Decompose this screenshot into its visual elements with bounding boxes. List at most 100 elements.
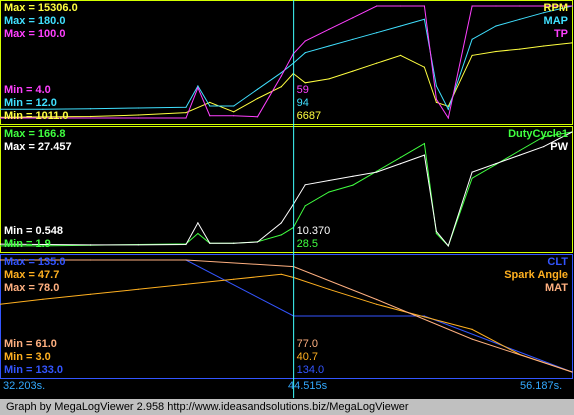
time-end-label: 56.187s. xyxy=(520,380,563,392)
data-point-dutycycle1 xyxy=(471,177,473,179)
legend-entry: Spark Angle xyxy=(504,269,568,281)
data-point-spark-angle xyxy=(328,288,330,290)
legend-entry: MAT xyxy=(544,282,568,294)
data-point-tp xyxy=(519,5,521,7)
data-point-dutycycle1 xyxy=(423,143,425,145)
data-point-rpm xyxy=(280,86,282,88)
series-spark-angle xyxy=(0,273,573,373)
cursor-value: 134.0 xyxy=(296,364,325,376)
data-point-tp xyxy=(471,5,473,7)
cursor-value: 10.370 xyxy=(296,225,331,237)
series-dutycycle1 xyxy=(0,131,573,247)
data-point-map xyxy=(233,105,235,107)
legend-entry: TP xyxy=(553,28,568,40)
data-point-pw xyxy=(471,171,473,173)
data-point-rpm xyxy=(328,78,330,80)
time-cursor-label: 44.515s xyxy=(288,380,328,392)
data-point-pw xyxy=(400,163,402,165)
data-traces xyxy=(0,5,573,373)
data-point-dutycycle1 xyxy=(304,205,306,207)
data-point-rpm xyxy=(185,112,187,114)
data-point-pw xyxy=(376,171,378,173)
data-point-rpm xyxy=(233,111,235,113)
data-point-rpm xyxy=(543,45,545,47)
data-point-map xyxy=(435,85,437,87)
cursor-value: 28.5 xyxy=(296,238,319,250)
data-point-map xyxy=(400,25,402,27)
data-point-rpm xyxy=(90,115,92,118)
data-point-dutycycle1 xyxy=(400,156,402,158)
data-point-tp xyxy=(233,115,235,117)
series-pw xyxy=(0,131,573,247)
data-point-tp xyxy=(435,98,437,100)
data-point-map xyxy=(90,108,92,110)
min-label: Min = 1.9 xyxy=(4,238,51,250)
data-point-tp xyxy=(328,28,330,30)
data-point-spark-angle xyxy=(90,293,92,295)
data-point-mat xyxy=(571,371,573,373)
data-point-tp xyxy=(376,5,378,7)
min-label: Min = 61.0 xyxy=(4,338,57,350)
panel-frame-3 xyxy=(0,254,573,379)
data-point-pw xyxy=(233,242,235,244)
data-point-map xyxy=(495,25,497,27)
data-point-rpm xyxy=(256,97,259,100)
data-point-mat xyxy=(471,338,473,340)
data-point-rpm xyxy=(435,101,437,103)
data-point-map xyxy=(137,107,139,109)
data-point-map xyxy=(376,32,378,34)
data-point-rpm xyxy=(400,54,402,57)
data-point-pw xyxy=(137,244,139,246)
data-point-map xyxy=(519,18,521,20)
data-point-pw xyxy=(519,154,521,156)
data-point-map xyxy=(304,52,306,54)
data-point-pw xyxy=(447,245,449,247)
series-clt xyxy=(0,259,573,373)
cursor-value: 6687 xyxy=(296,110,322,122)
data-point-tp xyxy=(400,5,402,7)
data-point-spark-angle xyxy=(471,328,473,330)
max-label: Max = 100.0 xyxy=(4,28,66,40)
data-point-pw xyxy=(435,230,437,232)
data-point-pw xyxy=(90,244,92,246)
data-point-dutycycle1 xyxy=(519,149,521,152)
data-point-map xyxy=(197,85,199,87)
data-point-tp xyxy=(209,115,211,117)
max-label: Max = 27.457 xyxy=(4,141,72,153)
panel-frame-1 xyxy=(0,0,573,125)
data-point-rpm xyxy=(423,66,425,68)
time-start-label: 32.203s. xyxy=(3,380,46,392)
data-point-mat xyxy=(185,259,187,261)
data-point-rpm xyxy=(376,62,378,64)
cursor-value: 94 xyxy=(296,97,309,109)
data-point-pw xyxy=(543,146,545,148)
data-point-rpm xyxy=(519,48,521,50)
data-point-spark-angle xyxy=(423,316,425,318)
data-point-mat xyxy=(90,259,92,261)
data-point-dutycycle1 xyxy=(197,232,199,235)
data-point-map xyxy=(185,106,187,108)
data-point-rpm xyxy=(571,42,573,44)
data-point-pw xyxy=(209,242,211,244)
min-label: Min = 0.548 xyxy=(4,225,64,237)
data-point-map xyxy=(447,108,449,110)
data-point-map xyxy=(209,105,211,107)
data-point-map xyxy=(471,38,473,40)
max-label: Max = 47.7 xyxy=(4,269,60,281)
legend-entry: CLT xyxy=(547,256,568,268)
data-point-tp xyxy=(571,5,573,7)
cursor-value: 40.7 xyxy=(296,351,319,363)
data-point-map xyxy=(256,88,259,90)
max-label: Max = 135.0 xyxy=(4,256,66,268)
data-point-spark-angle xyxy=(376,303,378,305)
data-point-tp xyxy=(352,17,354,19)
legend-entry: PW xyxy=(550,141,568,153)
data-point-tp xyxy=(447,117,449,119)
data-point-map xyxy=(280,72,282,74)
min-label: Min = 133.0 xyxy=(4,364,64,376)
series-rpm xyxy=(0,42,573,118)
panel-frame-2 xyxy=(0,126,573,253)
data-point-dutycycle1 xyxy=(280,234,282,236)
data-point-dutycycle1 xyxy=(352,184,354,186)
data-point-rpm xyxy=(495,50,497,53)
